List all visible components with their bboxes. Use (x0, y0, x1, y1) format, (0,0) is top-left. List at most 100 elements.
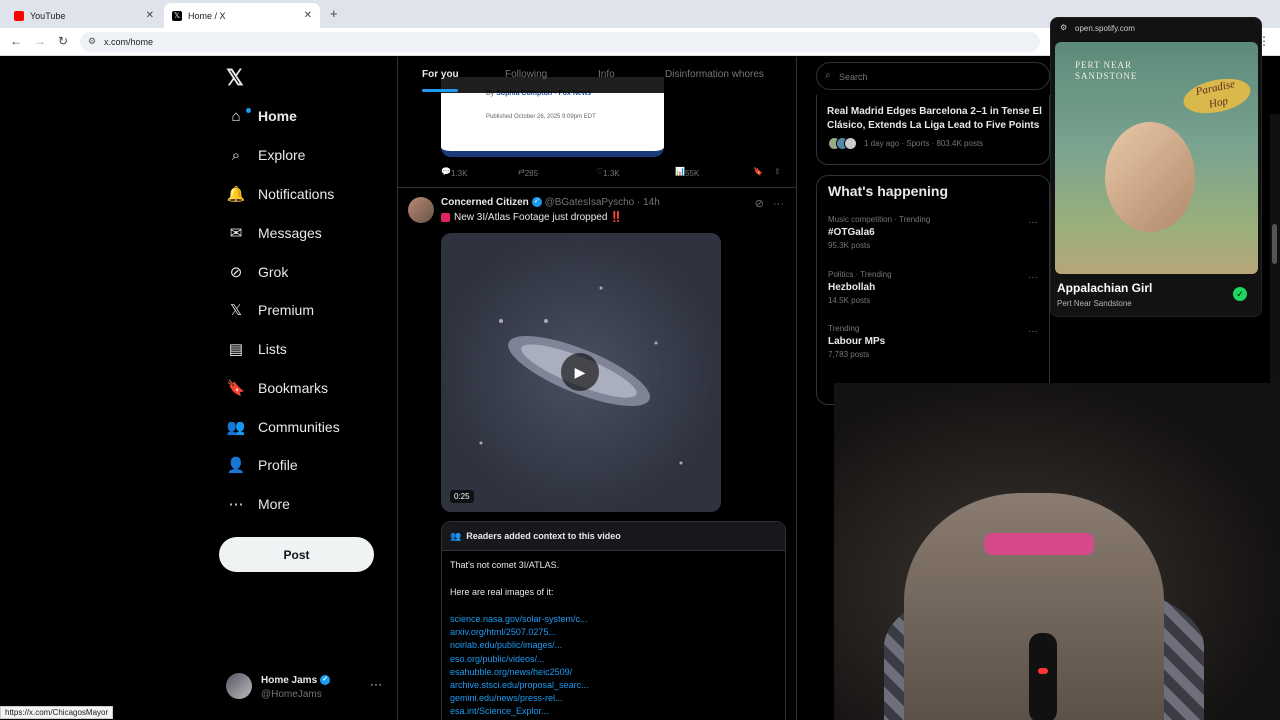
share-icon[interactable]: ⇪ (774, 167, 781, 176)
repost-button[interactable]: ⇄ 285 (518, 167, 538, 178)
note-link[interactable]: esahubble.org/news/heic2509/ (450, 667, 572, 677)
timeline: By Sophia Compton • Fox News Published O… (397, 57, 797, 720)
tab-for-you[interactable]: For you (422, 69, 459, 80)
tweet-handle[interactable]: @BGatesIsaPyscho (545, 197, 635, 208)
more-icon[interactable]: ··· (1028, 217, 1038, 228)
note-header: Readers added context to this video (466, 531, 621, 541)
new-tab-button[interactable]: + (330, 6, 338, 21)
like-button[interactable]: ♡ 1.3K (596, 167, 620, 178)
youtube-icon (14, 10, 24, 21)
sidebar-item-label: Profile (258, 457, 298, 473)
divider (398, 187, 796, 188)
avatar[interactable] (408, 197, 434, 223)
site-info-icon[interactable]: ⚙ (88, 36, 96, 47)
verified-badge-icon: ✓ (320, 675, 331, 686)
search-input[interactable]: ⌕ Search (816, 62, 1050, 90)
account-switcher[interactable]: Home Jams ✓ @HomeJams ··· (226, 669, 386, 707)
bell-icon: 🔔 (226, 186, 246, 203)
sidebar-item-premium[interactable]: 𝕏 Premium (226, 295, 314, 325)
list-icon: ▤ (228, 341, 244, 358)
webcam-glasses (984, 533, 1094, 555)
tab-disinformation-whores[interactable]: Disinformation whores (665, 69, 764, 80)
more-icon[interactable]: ··· (1028, 272, 1038, 283)
note-text: That's not comet 3I/ATLAS. (450, 560, 560, 570)
tab-following[interactable]: Following (505, 69, 547, 80)
sidebar-item-profile[interactable]: 👤 Profile (226, 450, 298, 480)
trend-context: Trending (828, 324, 860, 333)
search-placeholder: Search (839, 72, 868, 82)
note-link[interactable]: eso.org/public/videos/... (450, 654, 545, 664)
mic-led (1038, 668, 1048, 674)
sidebar-item-label: Communities (258, 419, 340, 435)
note-link[interactable]: noirlab.edu/public/images/... (450, 640, 562, 650)
spotify-url: open.spotify.com (1075, 24, 1135, 33)
tweet-time[interactable]: · 14h (637, 197, 660, 208)
tab-title: Home / X (188, 10, 226, 21)
tweet-video[interactable]: ▶ 0:25 (441, 233, 721, 512)
tweet-author-name[interactable]: Concerned Citizen (441, 197, 529, 208)
x-logo-icon: 𝕏 (172, 10, 182, 21)
scrollbar-thumb[interactable] (1272, 224, 1277, 264)
sidebar-item-lists[interactable]: ▤ Lists (226, 334, 287, 364)
sidebar-item-notifications[interactable]: 🔔 Notifications (226, 179, 335, 209)
more-icon[interactable]: ··· (773, 198, 784, 210)
trend-item[interactable]: Politics · Trending Hezbollah 14.5K post… (828, 270, 1038, 305)
note-link[interactable]: science.nasa.gov/solar-system/c... (450, 614, 588, 624)
sidebar-item-communities[interactable]: 👥 Communities (226, 412, 340, 442)
note-link[interactable]: arxiv.org/html/2507.0275... (450, 627, 556, 637)
sidebar-item-bookmarks[interactable]: 🔖 Bookmarks (226, 373, 328, 403)
news-title[interactable]: Real Madrid Edges Barcelona 2–1 in Tense… (827, 105, 1042, 133)
album-art[interactable]: PERT NEAR SANDSTONE Paradise Hop (1055, 42, 1258, 274)
trend-posts: 95.3K posts (828, 241, 871, 250)
grok-icon[interactable]: ⊘ (755, 198, 764, 210)
bookmark-icon[interactable]: 🔖 (753, 167, 763, 176)
x-logo-icon[interactable]: 𝕏 (226, 65, 244, 91)
more-icon[interactable]: ··· (370, 677, 382, 691)
album-portrait (1105, 122, 1195, 232)
news-meta: 1 day ago · Sports · 803.4K posts (864, 139, 984, 148)
sidebar-item-label: Lists (258, 341, 287, 357)
trend-posts: 14.5K posts (828, 296, 871, 305)
account-name: Home Jams (261, 675, 318, 686)
trend-title: Labour MPs (828, 336, 886, 347)
note-link[interactable]: gemini.edu/news/press-rel... (450, 693, 563, 703)
tab-info[interactable]: Info (598, 69, 615, 80)
track-artist[interactable]: Pert Near Sandstone (1057, 299, 1132, 308)
feed-tabs: For you Following Info Disinformation wh… (398, 57, 796, 93)
forward-icon[interactable]: → (34, 34, 46, 48)
sidebar-item-label: Notifications (258, 186, 335, 202)
play-icon[interactable]: ▶ (561, 353, 599, 391)
tab-title: YouTube (30, 10, 66, 21)
sidebar-item-messages[interactable]: ✉ Messages (226, 218, 322, 248)
track-title[interactable]: Appalachian Girl (1057, 281, 1152, 295)
note-link[interactable]: esa.int/Science_Explor... (450, 706, 549, 716)
reload-icon[interactable]: ↻ (58, 34, 68, 48)
back-icon[interactable]: ← (10, 34, 22, 48)
microphone-icon (1029, 633, 1057, 720)
tab-x-home[interactable]: 𝕏 Home / X ✕ (164, 3, 320, 28)
section-title: What's happening (828, 183, 948, 199)
reply-button[interactable]: 💬 1.3K (441, 167, 467, 178)
sidebar-item-label: Home (258, 108, 297, 124)
tab-youtube[interactable]: YouTube ✕ (6, 3, 162, 28)
album-sign: Paradise Hop (1180, 73, 1254, 119)
note-link[interactable]: archive.stsci.edu/proposal_searc... (450, 680, 589, 690)
views-button[interactable]: 📊 55K (675, 167, 699, 178)
saved-check-icon[interactable]: ✓ (1233, 287, 1247, 301)
avatar (226, 673, 252, 699)
post-button[interactable]: Post (219, 537, 374, 572)
more-icon[interactable]: ··· (1028, 326, 1038, 337)
close-tab-icon[interactable]: ✕ (146, 10, 154, 21)
sidebar-item-more[interactable]: ⋯ More (226, 489, 290, 519)
sidebar-item-grok[interactable]: ⊘ Grok (226, 257, 289, 287)
trend-item[interactable]: Music competition · Trending #OTGala6 95… (828, 215, 1038, 250)
close-tab-icon[interactable]: ✕ (304, 10, 312, 21)
trend-context: Music competition · Trending (828, 215, 931, 224)
readers-icon: 👥 (450, 531, 462, 541)
address-bar[interactable]: ⚙ x.com/home (80, 32, 1040, 52)
sidebar-item-home[interactable]: ⌂ Home (226, 101, 297, 131)
album-sign-line: Paradise (1194, 78, 1237, 99)
sidebar-item-explore[interactable]: ⌕ Explore (226, 140, 306, 170)
trend-item[interactable]: Trending Labour MPs 7,783 posts ··· (828, 324, 1038, 359)
trend-posts: 7,783 posts (828, 350, 870, 359)
